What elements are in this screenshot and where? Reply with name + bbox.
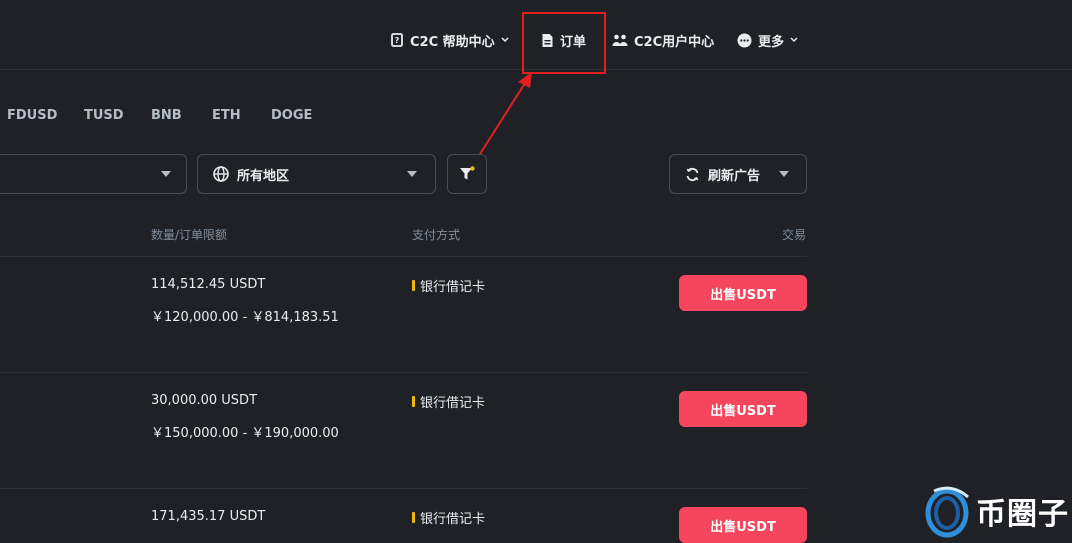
- chevron-down-icon: [790, 37, 798, 43]
- tab-eth[interactable]: ETH: [212, 108, 241, 123]
- row-quantity: 114,512.45 USDT: [151, 277, 266, 292]
- row-quantity: 30,000.00 USDT: [151, 393, 258, 408]
- filter-button[interactable]: [447, 154, 487, 194]
- header-trade: 交易: [782, 228, 807, 242]
- refresh-icon: [686, 167, 699, 181]
- region-select-label: 所有地区: [237, 168, 290, 184]
- row-payment: 银行借记卡: [412, 392, 485, 411]
- payment-select[interactable]: [0, 154, 187, 194]
- nav-user-center[interactable]: C2C用户中心: [612, 28, 714, 52]
- watermark-logo: 币圈子: [922, 482, 1072, 540]
- payment-marker: [412, 280, 415, 291]
- globe-icon: [213, 166, 229, 182]
- dropdown-caret-icon: [779, 171, 789, 177]
- payment-marker: [412, 512, 415, 523]
- row-payment-label: 银行借记卡: [420, 280, 486, 295]
- users-icon: [612, 34, 628, 46]
- sell-usdt-button[interactable]: 出售USDT: [679, 507, 807, 543]
- tab-doge[interactable]: DOGE: [271, 108, 312, 123]
- more-dots-icon: [737, 33, 752, 47]
- watermark-text: 币圈子: [976, 497, 1069, 532]
- header-quantity-limit: 数量/订单限额: [151, 228, 228, 242]
- row-payment: 银行借记卡: [412, 276, 485, 295]
- sell-usdt-button[interactable]: 出售USDT: [679, 275, 807, 311]
- header-payment: 支付方式: [412, 228, 461, 242]
- help-doc-icon: ?: [391, 33, 403, 47]
- region-select[interactable]: 所有地区: [197, 154, 436, 194]
- nav-user-center-label: C2C用户中心: [634, 34, 715, 50]
- divider: [0, 256, 807, 257]
- refresh-ads-label: 刷新广告: [708, 168, 761, 184]
- svg-text:?: ?: [395, 36, 400, 45]
- watermark-ring-icon: [925, 486, 969, 538]
- nav-more[interactable]: 更多: [737, 28, 804, 52]
- divider: [0, 488, 807, 489]
- filter-funnel-icon: [460, 166, 475, 180]
- row-payment-label: 银行借记卡: [420, 512, 486, 527]
- divider: [0, 372, 807, 373]
- row-payment: 银行借记卡: [412, 508, 485, 527]
- tab-bnb[interactable]: BNB: [151, 108, 182, 123]
- row-limit: ￥120,000.00 - ￥814,183.51: [151, 310, 339, 325]
- row-payment-label: 银行借记卡: [420, 396, 486, 411]
- payment-marker: [412, 396, 415, 407]
- dropdown-caret-icon: [407, 171, 417, 177]
- tab-fdusd[interactable]: FDUSD: [7, 108, 57, 123]
- tab-tusd[interactable]: TUSD: [84, 108, 124, 123]
- nav-help-center-label: C2C 帮助中心: [410, 34, 495, 50]
- nav-more-label: 更多: [758, 34, 785, 50]
- refresh-ads-select[interactable]: 刷新广告: [669, 154, 807, 194]
- row-limit: ￥150,000.00 - ￥190,000.00: [151, 426, 339, 441]
- nav-help-center[interactable]: ? C2C 帮助中心: [390, 28, 515, 52]
- chevron-down-icon: [501, 37, 509, 43]
- row-quantity: 171,435.17 USDT: [151, 509, 266, 524]
- orders-highlight-box: [522, 12, 606, 74]
- sell-usdt-button[interactable]: 出售USDT: [679, 391, 807, 427]
- dropdown-caret-icon: [161, 171, 171, 177]
- annotation-arrow: [479, 72, 532, 155]
